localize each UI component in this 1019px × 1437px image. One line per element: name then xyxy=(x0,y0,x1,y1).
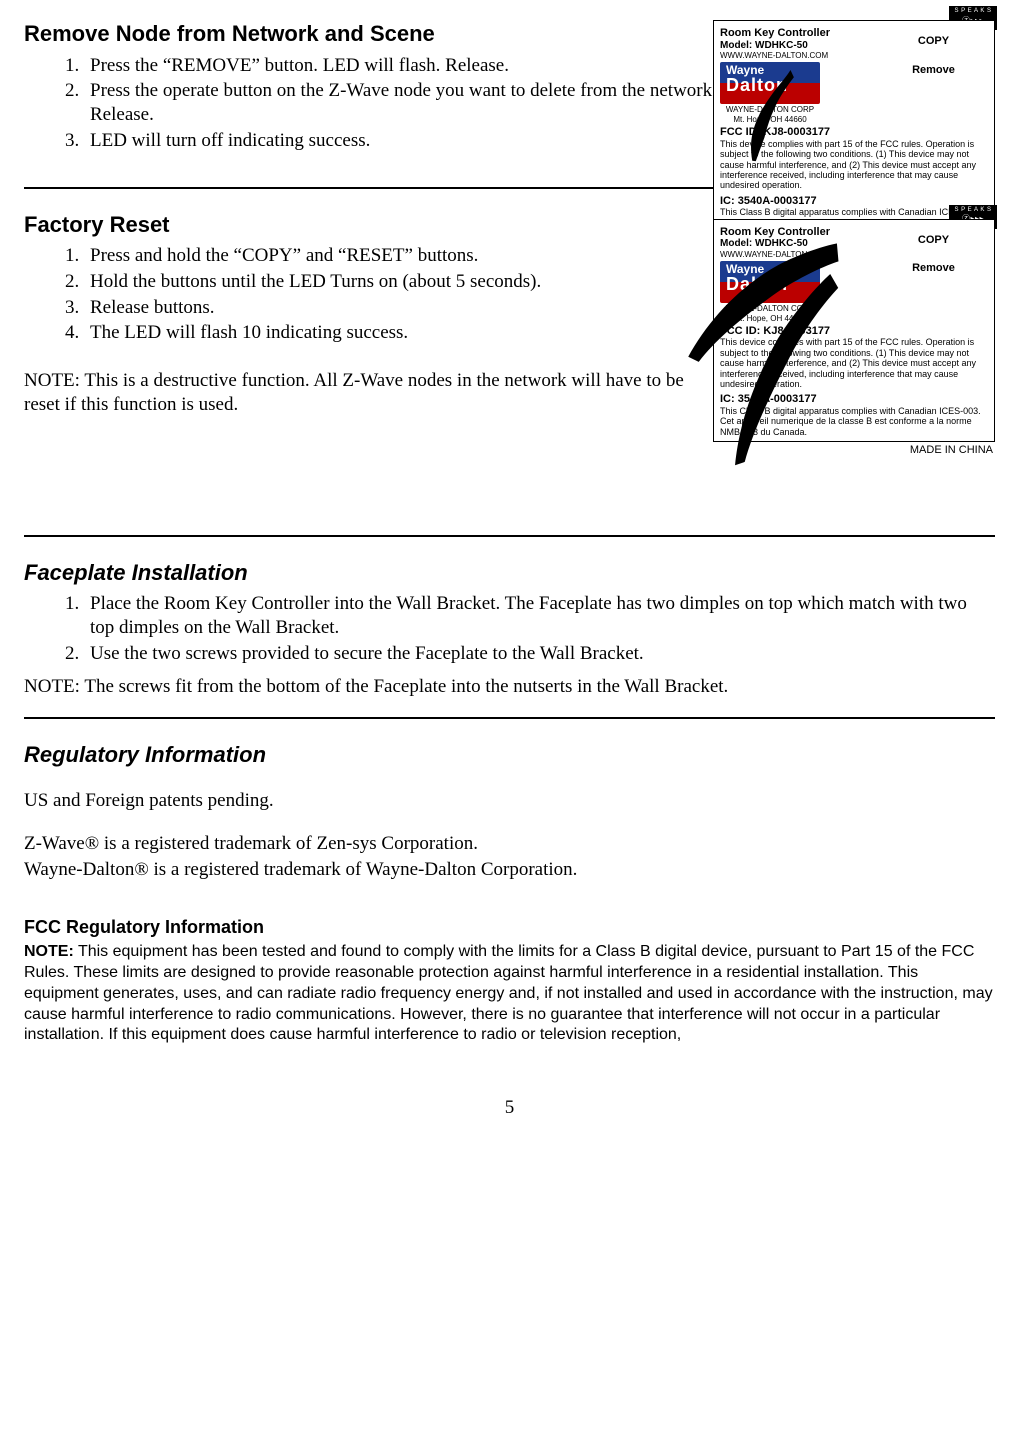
made-in-text: MADE IN CHINA xyxy=(695,444,995,457)
speaks-text: S P E A K S xyxy=(954,8,991,14)
logo-block: Wayne Dalton WAYNE-DALTON CORP Mt. Hope,… xyxy=(720,261,820,321)
ic-id: IC: 3540A-0003177 xyxy=(720,195,817,207)
heading-regulatory: Regulatory Information xyxy=(24,741,995,769)
product-title: Room Key Controller xyxy=(720,27,875,40)
heading-fcc: FCC Regulatory Information xyxy=(24,916,995,939)
list-item: Release buttons. xyxy=(84,296,754,320)
copy-label: COPY xyxy=(879,234,988,247)
copy-label: COPY xyxy=(879,35,988,48)
section-factory-reset: Factory Reset Press and hold the “COPY” … xyxy=(24,211,995,529)
list-item: Press the operate button on the Z-Wave n… xyxy=(84,79,754,127)
list-item: Press the “REMOVE” button. LED will flas… xyxy=(84,54,754,78)
faceplate-note: NOTE: The screws fit from the bottom of … xyxy=(24,675,995,699)
section-faceplate: Faceplate Installation Place the Room Ke… xyxy=(24,559,995,712)
model-value: WDHKC-50 xyxy=(755,238,808,249)
fcc-text: This device complies with part 15 of the… xyxy=(720,337,976,388)
steps-remove-node: Press the “REMOVE” button. LED will flas… xyxy=(24,54,754,153)
ic-block: IC: 3540A-0003177 This Class B digital a… xyxy=(720,393,988,437)
ic-id: IC: 3540A-0003177 xyxy=(720,393,817,405)
ic-text: This Class B digital apparatus complies … xyxy=(720,406,981,437)
remove-label: Remove xyxy=(879,262,988,275)
model-label: Model: xyxy=(720,238,752,249)
fcc-text: This device complies with part 15 of the… xyxy=(720,139,976,190)
trademark-zwave: Z-Wave® is a registered trademark of Zen… xyxy=(24,832,995,856)
list-item: Press and hold the “COPY” and “RESET” bu… xyxy=(84,244,754,268)
list-item: Use the two screws provided to secure th… xyxy=(84,642,995,666)
list-item: Place the Room Key Controller into the W… xyxy=(84,592,995,640)
corp-name: WAYNE-DALTON CORP xyxy=(720,106,820,114)
fcc-id: FCC ID: KJ8-0003177 xyxy=(720,325,830,337)
corp-addr: Mt. Hope, OH 44660 xyxy=(720,116,820,124)
model-line: Model: WDHKC-50 xyxy=(720,40,875,52)
trademark-wd: Wayne-Dalton® is a registered trademark … xyxy=(24,858,995,882)
section-remove-node: Remove Node from Network and Scene Press… xyxy=(24,20,995,181)
logo-bottom: Dalton xyxy=(726,76,816,94)
steps-faceplate: Place the Room Key Controller into the W… xyxy=(24,592,995,665)
model-label: Model: xyxy=(720,40,752,51)
remove-label: Remove xyxy=(879,64,988,77)
factory-reset-note: NOTE: This is a destructive function. Al… xyxy=(24,369,694,417)
website-text: WWW.WAYNE-DALTON.COM xyxy=(720,51,875,60)
list-item: The LED will flash 10 indicating success… xyxy=(84,321,754,345)
device-label-box: Room Key Controller Model: WDHKC-50 WWW.… xyxy=(713,219,995,442)
device-label-figure: S P E A K S Ⓩ▸▸▸ Room Key Controller Mod… xyxy=(695,219,995,457)
steps-factory-reset: Press and hold the “COPY” and “RESET” bu… xyxy=(24,244,754,345)
corp-name: WAYNE-DALTON CORP xyxy=(720,305,820,313)
heading-faceplate: Faceplate Installation xyxy=(24,559,995,587)
fcc-note-paragraph: NOTE: This equipment has been tested and… xyxy=(24,942,995,1046)
section-divider xyxy=(24,535,995,537)
wayne-dalton-logo: Wayne Dalton xyxy=(720,62,820,104)
list-item: LED will turn off indicating success. xyxy=(84,129,754,153)
fcc-note-label: NOTE: xyxy=(24,943,74,960)
website-text: WWW.WAYNE-DALTON.COM xyxy=(720,250,875,259)
section-divider xyxy=(24,717,995,719)
logo-block: Wayne Dalton WAYNE-DALTON CORP Mt. Hope,… xyxy=(720,62,820,122)
wayne-dalton-logo: Wayne Dalton xyxy=(720,261,820,303)
logo-bottom: Dalton xyxy=(726,275,816,293)
model-value: WDHKC-50 xyxy=(755,40,808,51)
fcc-block: FCC ID: KJ8-0003177 This device complies… xyxy=(720,325,988,389)
fcc-block: FCC ID: KJ8-0003177 This device complies… xyxy=(720,126,988,190)
speaks-text: S P E A K S xyxy=(954,207,991,213)
corp-addr: Mt. Hope, OH 44660 xyxy=(720,315,820,323)
product-title: Room Key Controller xyxy=(720,226,875,239)
page-number: 5 xyxy=(24,1096,995,1120)
list-item: Hold the buttons until the LED Turns on … xyxy=(84,270,754,294)
patents-text: US and Foreign patents pending. xyxy=(24,789,995,813)
model-line: Model: WDHKC-50 xyxy=(720,238,875,250)
fcc-id: FCC ID: KJ8-0003177 xyxy=(720,126,830,138)
section-regulatory: Regulatory Information US and Foreign pa… xyxy=(24,741,995,1066)
fcc-note-text: This equipment has been tested and found… xyxy=(24,943,993,1043)
